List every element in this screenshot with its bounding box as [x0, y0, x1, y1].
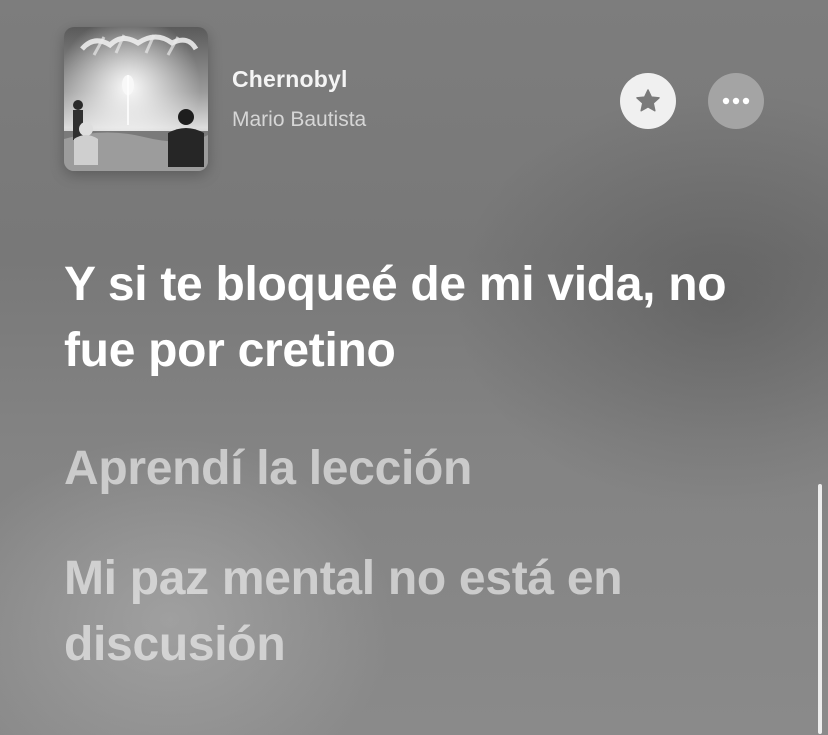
album-artwork-image	[64, 27, 208, 171]
track-artist[interactable]: Mario Bautista	[232, 108, 366, 132]
star-icon	[636, 89, 660, 112]
lyrics-scrollbar[interactable]	[818, 484, 822, 734]
lyric-line-active[interactable]: Y si te bloqueé de mi vida, no fue por c…	[64, 252, 764, 384]
lyric-line-upcoming[interactable]: Mi paz mental no está en discusión	[64, 546, 764, 678]
favorite-button[interactable]	[620, 73, 676, 129]
ellipsis-icon	[722, 97, 750, 105]
lyrics-view: Y si te bloqueé de mi vida, no fue por c…	[64, 252, 764, 678]
now-playing-header: Chernobyl Mario Bautista	[0, 0, 828, 200]
track-title[interactable]: Chernobyl	[232, 66, 348, 93]
more-options-button[interactable]	[708, 73, 764, 129]
album-artwork[interactable]	[64, 27, 208, 171]
lyric-line-next[interactable]: Aprendí la lección	[64, 436, 764, 502]
